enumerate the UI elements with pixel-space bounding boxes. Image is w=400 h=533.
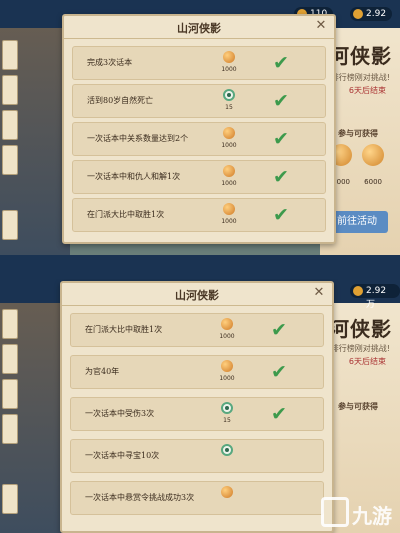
task-label: 完成3次话本 [87, 58, 133, 67]
coin-icon [353, 9, 363, 19]
event-title: 河侠影 [329, 44, 392, 68]
checkmark-icon: ✔ [273, 52, 289, 74]
task-reward-amount: 1000 [221, 66, 237, 73]
side-tab[interactable] [2, 414, 18, 444]
side-tab[interactable] [2, 484, 18, 514]
jade-icon [221, 444, 233, 456]
resource-silver: 2.92万 [350, 284, 400, 310]
task-row: 在门派大比中取胜1次 1000 ✔ [72, 198, 326, 232]
checkmark-icon: ✔ [273, 204, 289, 226]
task-dialog: 山河侠影 ✕ 完成3次话本 1000 ✔ 活到80岁自然死亡 15 ✔ 一次话本中关系数量达… [62, 14, 336, 244]
bottom-panel: 110 2.92万 河侠影 排行榜刚对挑战! 6天后结束 参与可获得 山河侠影 … [0, 279, 400, 533]
side-tab[interactable] [2, 344, 18, 374]
task-dialog: 山河侠影 ✕ 在门派大比中取胜1次 1000 ✔ 为官40年 1000 ✔ 一次话本中受伤3… [60, 281, 334, 533]
event-subtitle: 排行榜刚对挑战! [330, 344, 390, 353]
coin-icon [223, 165, 235, 177]
task-row: 活到80岁自然死亡 15 ✔ [72, 84, 326, 118]
reward-coin-icon [362, 144, 384, 166]
side-tab[interactable] [2, 110, 18, 140]
task-reward-amount: 1000 [221, 180, 237, 187]
task-row: 一次话本中悬赏令挑战成功3次 [70, 481, 324, 515]
task-reward-amount: 1000 [221, 218, 237, 225]
task-reward-amount: 15 [223, 417, 231, 424]
jade-icon [223, 89, 235, 101]
dialog-title: 山河侠影 [175, 289, 219, 302]
watermark: 九游 [321, 497, 392, 529]
event-countdown: 6天后结束 [348, 357, 386, 366]
task-label: 一次话本中和仇人和解1次 [87, 172, 181, 181]
checkmark-icon: ✔ [271, 403, 287, 425]
task-label: 一次话本中悬赏令挑战成功3次 [85, 493, 195, 502]
checkmark-icon: ✔ [273, 166, 289, 188]
event-countdown: 6天后结束 [348, 86, 386, 95]
task-row: 一次话本中关系数量达到2个 1000 ✔ [72, 122, 326, 156]
task-row: 一次话本中寻宝10次 [70, 439, 324, 473]
side-tab[interactable] [2, 210, 18, 240]
checkmark-icon: ✔ [273, 90, 289, 112]
coin-icon [223, 203, 235, 215]
task-label: 为官40年 [85, 367, 120, 376]
task-reward-amount: 1000 [221, 142, 237, 149]
close-icon[interactable]: ✕ [314, 19, 328, 33]
side-tab[interactable] [2, 40, 18, 70]
resource-silver: 2.92 [350, 7, 393, 21]
coin-icon [221, 486, 233, 498]
task-row: 在门派大比中取胜1次 1000 ✔ [70, 313, 324, 347]
task-label: 在门派大比中取胜1次 [87, 210, 165, 219]
coin-icon [353, 286, 363, 296]
side-tab[interactable] [2, 75, 18, 105]
coin-icon [221, 360, 233, 372]
top-panel: 110 2.92 河侠影 排行榜刚对挑战! 6天后结束 参与可获得 5000 6… [0, 0, 400, 255]
jade-icon [221, 402, 233, 414]
task-label: 在门派大比中取胜1次 [85, 325, 163, 334]
dialog-titlebar: 山河侠影 ✕ [62, 283, 332, 306]
event-title: 河侠影 [329, 317, 392, 341]
reward-label: 参与可获得 [338, 402, 378, 411]
checkmark-icon: ✔ [271, 361, 287, 383]
reward-label: 参与可获得 [338, 129, 378, 138]
task-reward-amount: 1000 [219, 375, 235, 382]
dialog-title: 山河侠影 [177, 22, 221, 35]
task-row: 为官40年 1000 ✔ [70, 355, 324, 389]
panel-divider [0, 255, 400, 279]
coin-icon [221, 318, 233, 330]
task-reward-amount: 1000 [219, 333, 235, 340]
task-row: 一次话本中受伤3次 15 ✔ [70, 397, 324, 431]
task-label: 一次话本中关系数量达到2个 [87, 134, 189, 143]
task-reward-amount: 15 [225, 104, 233, 111]
side-tab[interactable] [2, 309, 18, 339]
task-label: 一次话本中寻宝10次 [85, 451, 160, 460]
task-row: 一次话本中和仇人和解1次 1000 ✔ [72, 160, 326, 194]
task-row: 完成3次话本 1000 ✔ [72, 46, 326, 80]
logo-icon [321, 497, 349, 527]
side-tab[interactable] [2, 145, 18, 175]
coin-icon [223, 51, 235, 63]
side-tab[interactable] [2, 379, 18, 409]
close-icon[interactable]: ✕ [312, 286, 326, 300]
event-subtitle: 排行榜刚对挑战! [330, 73, 390, 82]
coin-icon [223, 127, 235, 139]
checkmark-icon: ✔ [271, 319, 287, 341]
task-label: 活到80岁自然死亡 [87, 96, 154, 105]
task-label: 一次话本中受伤3次 [85, 409, 155, 418]
reward-amount: 6000 [364, 178, 382, 186]
dialog-titlebar: 山河侠影 ✕ [64, 16, 334, 39]
checkmark-icon: ✔ [273, 128, 289, 150]
